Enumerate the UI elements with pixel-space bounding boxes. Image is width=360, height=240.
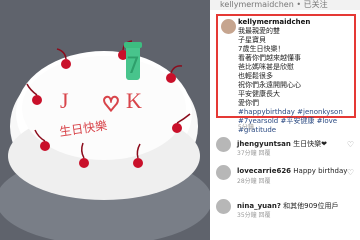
likes-meta: 35分鐘 回覆	[237, 212, 271, 219]
comment-avatar[interactable]	[216, 165, 231, 180]
heart-icon[interactable]: ♡	[347, 140, 354, 149]
candle-number: 7	[126, 54, 140, 79]
screenshot: 7 J ♡ K 生日快樂 kellymermaidchen • 已关注 kell…	[0, 0, 360, 240]
caption-time: 5分鐘	[238, 124, 254, 131]
cake-illustration: 7 J ♡ K 生日快樂	[0, 0, 210, 240]
comment-meta[interactable]: 28分鐘 回覆	[237, 176, 271, 185]
author-avatar[interactable]	[221, 19, 236, 34]
comment-text: Happy birthday	[293, 167, 348, 175]
cake-letter-k: K	[126, 88, 142, 113]
caption-hashtags-3[interactable]: #gratitude	[238, 126, 351, 135]
caption-hashtags-1[interactable]: #happybirthday #jenonkyson	[238, 108, 351, 117]
caption-line-4: 爸比媽咪甚是欣慰	[238, 63, 294, 71]
caption-line-7: 平安健康長大	[238, 90, 280, 98]
caption-line-2: 7歲生日快樂！	[238, 45, 285, 53]
caption-line-3: 看著你們越來越懂事	[238, 54, 301, 62]
comment-text: 生日快樂❤	[293, 140, 327, 148]
likes-avatar	[216, 199, 231, 214]
caption-line-5: 也輕鬆很多	[238, 72, 273, 80]
comment-item: jhengyuntsan 生日快樂❤ 37分鐘 回覆 ♡	[216, 136, 356, 157]
caption-hashtags-2[interactable]: #7yearsold #平安健康 #love	[238, 117, 351, 126]
cake-candle: 7	[124, 42, 142, 80]
caption-line-0-text: 我最親愛的雙	[238, 27, 280, 35]
caption-line-1: 子星寶貝	[238, 36, 266, 44]
cake-photo: 7 J ♡ K 生日快樂	[0, 0, 210, 240]
caption-line-6: 祝你們永遠開開心心	[238, 81, 301, 89]
likes-text: 和其他909位用戶	[283, 202, 339, 210]
comment-username[interactable]: lovecarrie626	[237, 167, 291, 175]
comment-item: lovecarrie626 Happy birthday 28分鐘 回覆 ♡	[216, 164, 356, 185]
post-header[interactable]: kellymermaidchen • 已关注	[210, 0, 360, 10]
heart-icon[interactable]: ♡	[347, 168, 354, 177]
likes-row: nina_yuan? 和其他909位用戶 35分鐘 回覆	[216, 198, 356, 219]
likes-username[interactable]: nina_yuan?	[237, 202, 281, 210]
caption-line-0: kellymermaidchen 我最親愛的雙	[238, 18, 351, 36]
comments-panel: kellymermaidchen • 已关注 kellymermaidchen …	[210, 0, 360, 240]
caption-box: kellymermaidchen 我最親愛的雙 子星寶貝 7歲生日快樂！ 看著你…	[216, 14, 356, 134]
cake-letter-j: J	[60, 88, 69, 113]
comment-avatar[interactable]	[216, 137, 231, 152]
caption-line-8: 愛你們	[238, 99, 259, 107]
comment-meta[interactable]: 37分鐘 回覆	[237, 148, 271, 157]
cake-heart: ♡	[102, 94, 120, 116]
caption-username[interactable]: kellymermaidchen	[238, 18, 351, 27]
comment-line: lovecarrie626 Happy birthday	[237, 167, 347, 175]
comment-username[interactable]: jhengyuntsan	[237, 140, 291, 148]
caption-text: kellymermaidchen 我最親愛的雙 子星寶貝 7歲生日快樂！ 看著你…	[238, 18, 351, 135]
